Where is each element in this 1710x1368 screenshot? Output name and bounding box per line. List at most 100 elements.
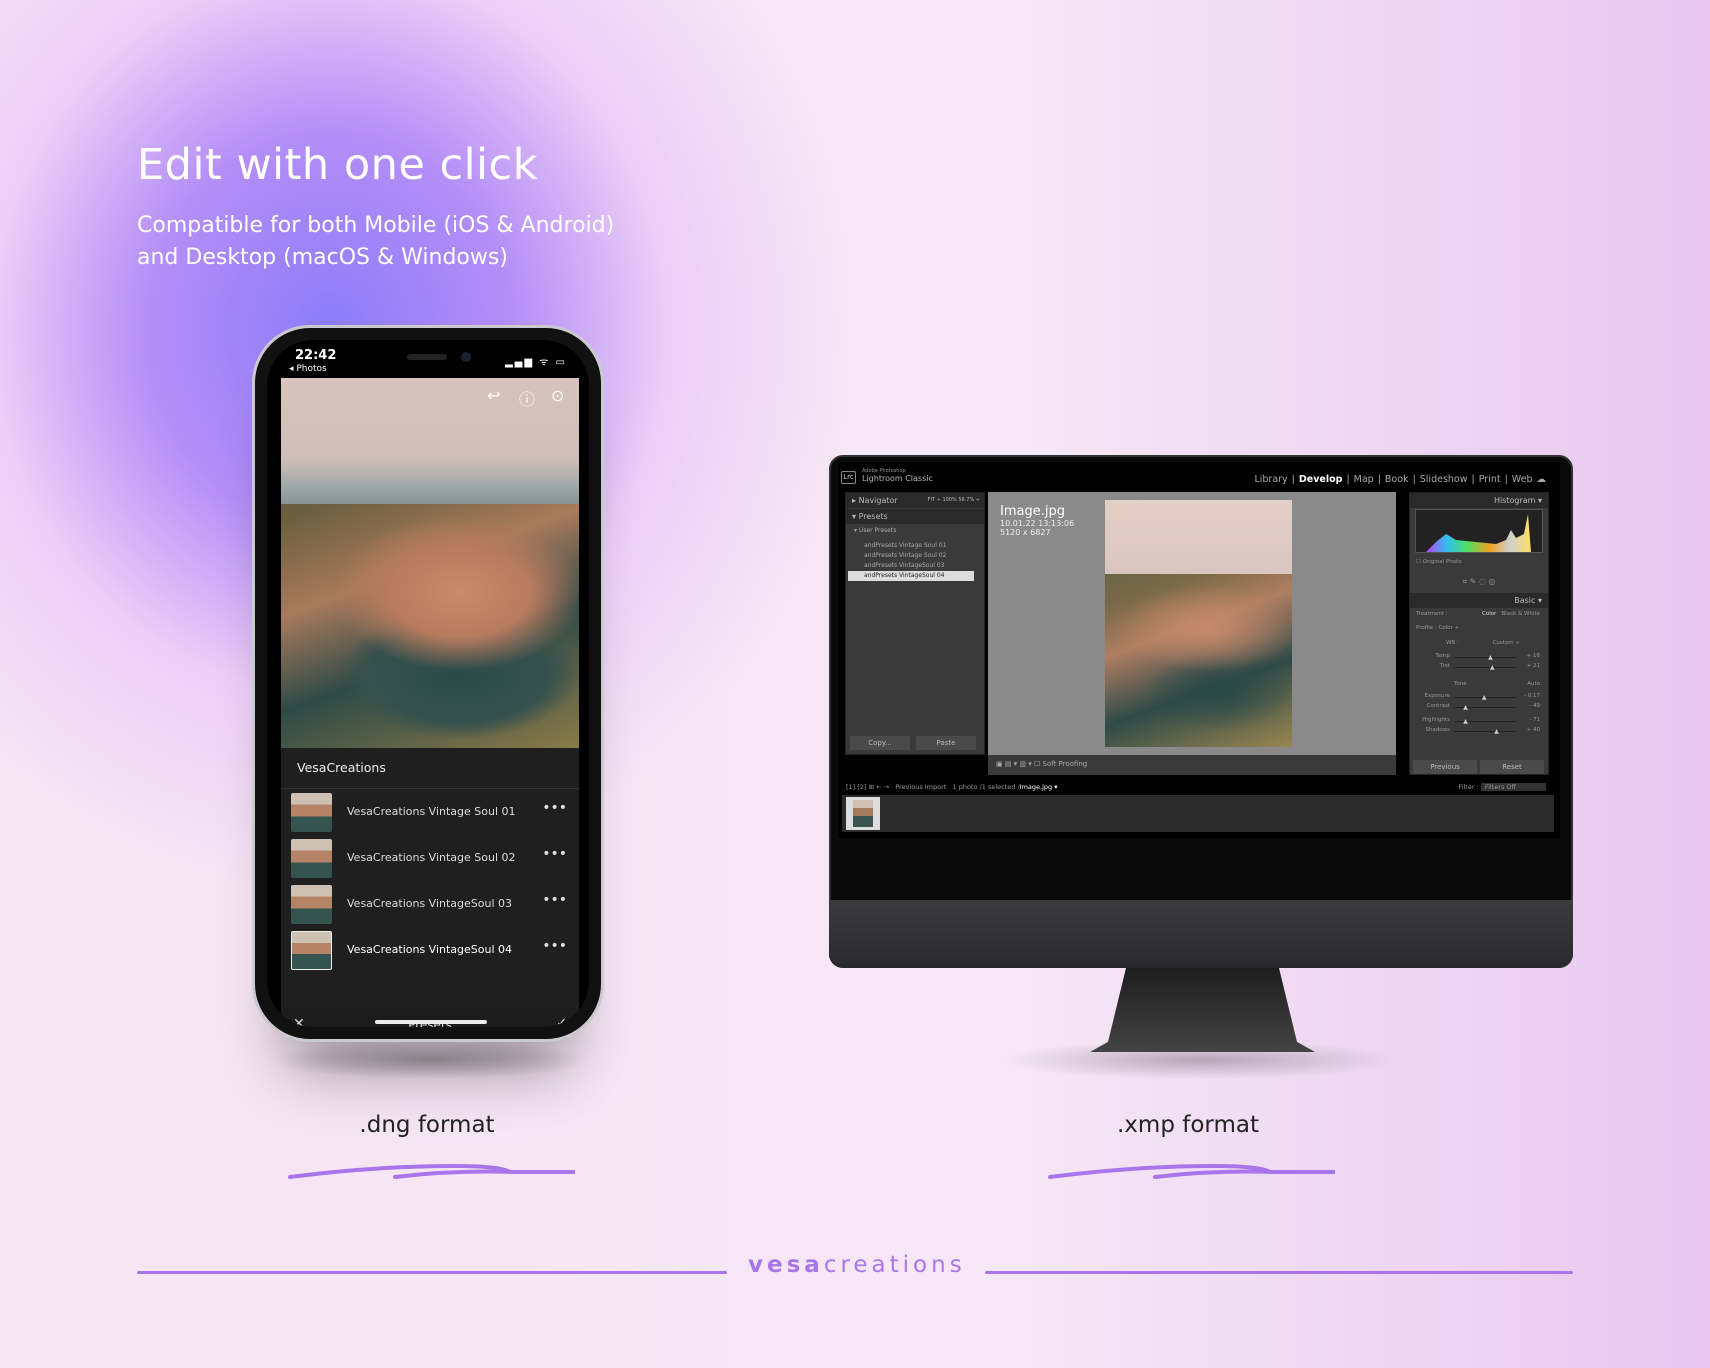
slider-label: Temp [1435, 653, 1450, 659]
footer-line [137, 1271, 727, 1274]
slider-temp[interactable]: Temp ▲ + 16 [1416, 653, 1542, 662]
lr-preset-item[interactable]: andPresets VintageSoul 03 [864, 561, 984, 571]
slider-thumb[interactable]: ▲ [1494, 728, 1499, 735]
slider-track[interactable]: ▲ [1454, 694, 1516, 701]
auto-button[interactable]: Auto [1527, 681, 1540, 687]
profile-select[interactable]: Color ÷ [1438, 625, 1459, 631]
swash-underline [288, 1163, 575, 1179]
module-develop[interactable]: Develop [1299, 474, 1343, 485]
check-icon[interactable]: ✓ [556, 1016, 567, 1027]
back-to-photos[interactable]: ◂ Photos [289, 364, 327, 375]
slider-shadows[interactable]: Shadows ▲ + 40 [1416, 727, 1542, 736]
more-icon[interactable]: ⊙ [551, 386, 564, 405]
lr-preset-item[interactable]: andPresets Vintage Soul 01 [864, 541, 984, 551]
basic-header[interactable]: Basic ▾ [1410, 593, 1548, 608]
soft-proofing-toggle[interactable]: Soft Proofing [1043, 760, 1088, 768]
module-map[interactable]: Map [1354, 474, 1374, 485]
slider-value[interactable]: + 40 [1527, 727, 1540, 733]
preset-label: VesaCreations Vintage Soul 01 [347, 805, 516, 818]
module-book[interactable]: Book [1385, 474, 1409, 485]
file-name[interactable]: Image.jpg ▾ [1020, 783, 1058, 791]
lr-preset-item-selected[interactable]: andPresets VintageSoul 04 [848, 571, 974, 581]
previous-button[interactable]: Previous [1413, 760, 1477, 774]
module-separator: | [1377, 474, 1381, 485]
page-subtitle: Compatible for both Mobile (iOS & Androi… [137, 210, 737, 274]
slider-value[interactable]: - 71 [1529, 717, 1540, 723]
swash-underline [1048, 1163, 1335, 1179]
monitor-stand [1090, 968, 1315, 1052]
slider-track[interactable]: ▲ [1454, 728, 1516, 735]
view-1-button[interactable]: [1] [2] [846, 783, 866, 791]
user-presets-folder[interactable]: ▾ User Presets [854, 526, 974, 536]
module-separator: | [1412, 474, 1416, 485]
slider-label: Tint [1439, 663, 1450, 669]
presets-header[interactable]: ▾ Presets [846, 509, 984, 524]
slider-value[interactable]: + 21 [1527, 663, 1540, 669]
image-view: Image.jpg 10.01.22 13:13:06 5120 x 6827 [988, 492, 1396, 755]
preset-item[interactable]: VesaCreations Vintage Soul 01 ••• [281, 790, 579, 835]
wb-row: WB : Custom ÷ [1416, 640, 1542, 649]
lightroom-logo: Lrc [841, 471, 856, 484]
navigator-header[interactable]: ▸ Navigator FIT ÷ 100% 56.7% ÷ [846, 493, 984, 508]
slider-highlights[interactable]: Highlights ▲ - 71 [1416, 717, 1542, 726]
slider-contrast[interactable]: Contrast ▲ - 49 [1416, 703, 1542, 712]
slider-track[interactable]: ▲ [1454, 704, 1516, 711]
cloud-icon[interactable]: ☁ [1537, 474, 1547, 485]
slider-value[interactable]: + 16 [1527, 653, 1540, 659]
home-indicator [375, 1020, 487, 1024]
tool-strip[interactable]: ⌗ ✎ ◌ ◎ [1416, 577, 1542, 586]
slider-thumb[interactable]: ▲ [1482, 694, 1487, 701]
slider-value[interactable]: - 49 [1529, 703, 1540, 709]
subtitle-line: Compatible for both Mobile (iOS & Androi… [137, 213, 615, 238]
tone-row: Tone Auto [1416, 681, 1542, 690]
treatment-row: Treatment : Color Black & White [1416, 611, 1542, 620]
paste-button[interactable]: Paste [916, 736, 976, 750]
help-icon[interactable]: ⓘ [519, 386, 535, 410]
undo-icon[interactable]: ↩ [487, 386, 500, 405]
filmstrip-thumbnail[interactable] [846, 797, 880, 830]
source-label[interactable]: Previous Import [895, 783, 946, 791]
histogram-header[interactable]: Histogram ▾ [1410, 493, 1548, 508]
more-icon[interactable]: ••• [542, 938, 567, 954]
lr-preset-item[interactable]: andPresets Vintage Soul 02 [864, 551, 984, 561]
module-print[interactable]: Print [1479, 474, 1501, 485]
selection-info: 1 photo /1 selected / [952, 783, 1020, 791]
slider-thumb[interactable]: ▲ [1490, 664, 1495, 671]
copy-button[interactable]: Copy... [850, 736, 910, 750]
preset-item[interactable]: VesaCreations Vintage Soul 02 ••• [281, 836, 579, 881]
reset-button[interactable]: Reset [1480, 760, 1544, 774]
slider-tint[interactable]: Tint ▲ + 21 [1416, 663, 1542, 672]
module-web[interactable]: Web [1512, 474, 1533, 485]
treatment-color[interactable]: Color [1482, 611, 1496, 617]
desktop-format-label: .xmp format [1117, 1112, 1259, 1138]
more-icon[interactable]: ••• [542, 846, 567, 862]
presets-label: Presets [858, 512, 888, 521]
slider-track[interactable]: ▲ [1454, 718, 1516, 725]
more-icon[interactable]: ••• [542, 800, 567, 816]
slider-exposure[interactable]: Exposure ▲ - 0.17 [1416, 693, 1542, 702]
slider-thumb[interactable]: ▲ [1463, 704, 1468, 711]
original-photo-checkbox[interactable]: ☐ Original Photo [1416, 559, 1542, 568]
filter-select[interactable]: Filters Off [1480, 783, 1546, 791]
more-icon[interactable]: ••• [542, 892, 567, 908]
slider-track[interactable]: ▲ [1454, 654, 1516, 661]
treatment-bw[interactable]: Black & White [1501, 611, 1540, 617]
slider-thumb[interactable]: ▲ [1463, 718, 1468, 725]
photo-preview [281, 378, 579, 748]
zoom-options[interactable]: FIT ÷ 100% 56.7% ÷ [928, 493, 980, 508]
preset-label: VesaCreations VintageSoul 03 [347, 897, 513, 910]
basic-label: Basic [1514, 596, 1536, 605]
slider-thumb[interactable]: ▲ [1488, 654, 1493, 661]
speaker [407, 354, 447, 360]
divider [281, 788, 579, 789]
preset-item[interactable]: VesaCreations VintageSoul 03 ••• [281, 882, 579, 927]
wb-select[interactable]: Custom ÷ [1493, 640, 1520, 646]
slider-value[interactable]: - 0.17 [1524, 693, 1540, 699]
preset-item-selected[interactable]: VesaCreations VintageSoul 04 ••• [281, 928, 579, 973]
slider-track[interactable]: ▲ [1454, 664, 1516, 671]
module-separator: | [1291, 474, 1295, 485]
image-size: 5120 x 6827 [1000, 528, 1051, 537]
preset-label: VesaCreations Vintage Soul 02 [347, 851, 516, 864]
module-library[interactable]: Library [1254, 474, 1287, 485]
module-slideshow[interactable]: Slideshow [1420, 474, 1468, 485]
